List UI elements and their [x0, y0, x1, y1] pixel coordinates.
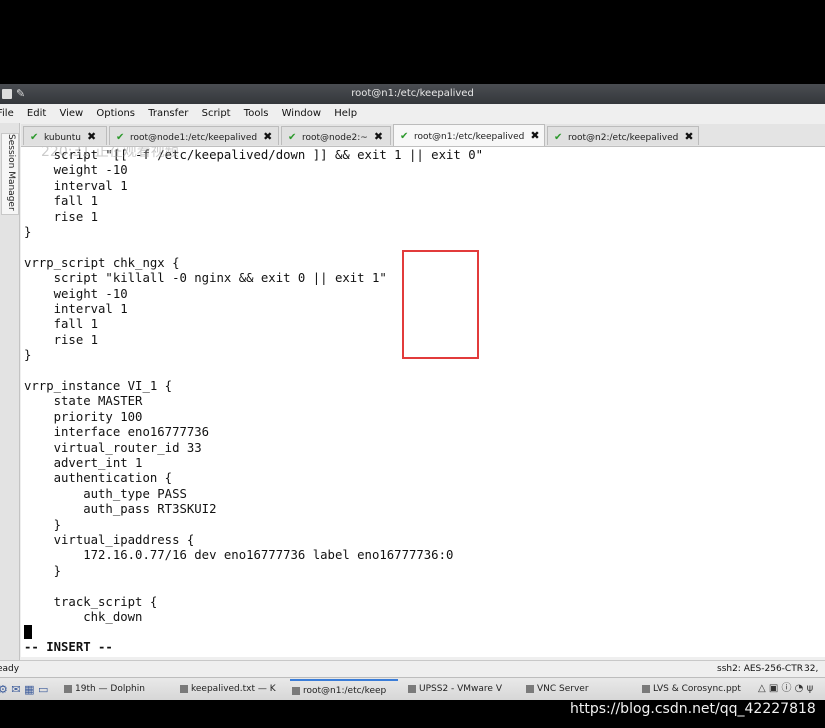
task-vmware[interactable]: UPSS2 - VMware V: [406, 679, 516, 699]
status-text: eady: [0, 664, 20, 674]
terminal-line: script "killall -0 nginx && exit 0 || ex…: [24, 271, 387, 286]
tab-root-node1[interactable]: ✔ root@node1:/etc/keepalived ✖: [109, 126, 279, 145]
highlight-box: [402, 250, 479, 359]
vmware-icon: [408, 685, 416, 693]
terminal-line: vrrp_script chk_ngx {: [24, 255, 180, 270]
close-icon[interactable]: ✖: [374, 127, 383, 145]
session-manager-tab[interactable]: Session Manager: [1, 133, 19, 215]
tab-label: root@node2:~: [302, 133, 368, 143]
connected-check-icon: ✔: [400, 131, 409, 142]
menu-transfer[interactable]: Transfer: [148, 104, 188, 123]
task-presentation[interactable]: LVS & Corosync.ppt: [640, 679, 752, 699]
terminal-line: }: [24, 225, 32, 239]
menu-view[interactable]: View: [59, 104, 83, 123]
menu-script[interactable]: Script: [202, 104, 231, 123]
menu-edit[interactable]: Edit: [27, 104, 46, 123]
tab-root-n2[interactable]: ✔ root@n2:/etc/keepalived ✖: [547, 126, 699, 145]
window-title: root@n1:/etc/keepalived: [351, 88, 474, 99]
encryption-status: ssh2: AES-256-CTR: [717, 664, 803, 674]
close-icon[interactable]: ✖: [684, 127, 693, 145]
terminal-line: virtual_ipaddress {: [24, 533, 195, 547]
terminal-line: auth_type PASS: [24, 486, 187, 501]
terminal-line: vrrp_instance VI_1 {: [24, 379, 173, 393]
terminal-line: interval 1: [24, 178, 128, 193]
tab-label: root@n2:/etc/keepalived: [568, 133, 679, 143]
blog-url-watermark: https://blog.csdn.net/qq_42227818: [570, 701, 816, 717]
task-label: VNC Server: [537, 684, 589, 694]
menu-window[interactable]: Window: [282, 104, 321, 123]
menu-file[interactable]: File: [0, 104, 14, 123]
folder-icon: [64, 685, 72, 693]
title-bar: ✎ root@n1:/etc/keepalived: [0, 84, 825, 104]
tab-label: root@node1:/etc/keepalived: [130, 133, 258, 143]
menu-bar: File Edit View Options Transfer Script T…: [0, 104, 825, 123]
terminal-line: priority 100: [24, 409, 143, 424]
terminal-line: fall 1: [24, 194, 99, 209]
tab-label: root@n1:/etc/keepalived: [414, 132, 525, 142]
terminal-line: weight -10: [24, 163, 128, 178]
menu-tools[interactable]: Tools: [244, 104, 269, 123]
document-icon: [180, 685, 188, 693]
tab-root-node2[interactable]: ✔ root@node2:~ ✖: [281, 126, 391, 145]
system-tray-icons[interactable]: △ ▣ ⓘ ◔ ψ: [758, 678, 813, 699]
terminal-line: chk_down: [24, 610, 143, 624]
close-icon[interactable]: ✖: [530, 125, 539, 146]
vim-mode-indicator: -- INSERT --: [24, 640, 113, 654]
terminal-line: track_script {: [24, 594, 158, 609]
terminal-line: authentication {: [24, 471, 173, 486]
terminal-line: fall 1: [24, 317, 99, 332]
status-bar: eady ssh2: AES-256-CTR 32, 1: [0, 660, 825, 691]
terminal-line: rise 1: [24, 209, 99, 224]
task-label: LVS & Corosync.ppt: [653, 684, 741, 694]
terminal-line: advert_int 1: [24, 456, 143, 470]
terminal-line: interval 1: [24, 302, 128, 316]
menu-options[interactable]: Options: [96, 104, 135, 123]
terminal-area[interactable]: chk_down track_script { } 172.16.0.77/16…: [21, 147, 825, 657]
terminal-line: auth_pass RT3SKUI2: [24, 502, 217, 517]
tab-bar: ✔ kubuntu ✖ ✔ root@node1:/etc/keepalived ✖ ✔…: [21, 124, 825, 147]
tab-label: kubuntu: [44, 133, 81, 143]
terminal-line: 172.16.0.77/16 dev eno16777736 label eno…: [24, 548, 454, 563]
terminal-line: interface eno16777736: [24, 425, 210, 440]
connected-check-icon: ✔: [554, 132, 563, 143]
task-vnc[interactable]: VNC Server: [524, 679, 624, 699]
close-icon[interactable]: ✖: [87, 127, 96, 145]
terminal-line: }: [24, 517, 62, 532]
terminal-line: }: [24, 348, 32, 363]
close-icon[interactable]: ✖: [263, 127, 272, 145]
presentation-icon: [642, 685, 650, 693]
video-watermark: 220:31 正在观看视频: [41, 147, 179, 160]
terminal-line: rise 1: [24, 332, 99, 347]
securecrt-window: ✎ root@n1:/etc/keepalived File Edit View…: [0, 84, 825, 700]
connected-check-icon: ✔: [288, 132, 297, 143]
terminal-line: weight -10: [24, 286, 128, 301]
task-label: keepalived.txt — K: [191, 684, 276, 694]
tab-root-n1[interactable]: ✔ root@n1:/etc/keepalived ✖: [393, 124, 545, 146]
menu-help[interactable]: Help: [334, 104, 357, 123]
task-label: root@n1:/etc/keep: [303, 686, 387, 696]
terminal-line: }: [24, 563, 62, 578]
terminal-line: state MASTER: [24, 394, 143, 409]
task-dolphin[interactable]: 19th — Dolphin: [62, 679, 172, 699]
tab-kubuntu[interactable]: ✔ kubuntu ✖: [23, 126, 107, 145]
task-label: 19th — Dolphin: [75, 684, 145, 694]
terminal-icon: [292, 687, 300, 695]
vnc-icon: [526, 685, 534, 693]
task-keepalived-txt[interactable]: keepalived.txt — K: [178, 679, 286, 699]
connected-check-icon: ✔: [116, 132, 125, 143]
terminal-line: virtual_router_id 33: [24, 440, 202, 455]
text-cursor: [24, 625, 32, 639]
session-manager-panel: Session Manager: [0, 123, 20, 660]
launcher-icons[interactable]: ⚙ ✉ ▦ ▭: [0, 679, 48, 700]
taskbar: ⚙ ✉ ▦ ▭ 19th — Dolphin keepalived.txt — …: [0, 677, 825, 700]
task-terminal[interactable]: root@n1:/etc/keep: [290, 679, 398, 699]
task-label: UPSS2 - VMware V: [419, 684, 502, 694]
connected-check-icon: ✔: [30, 132, 39, 143]
